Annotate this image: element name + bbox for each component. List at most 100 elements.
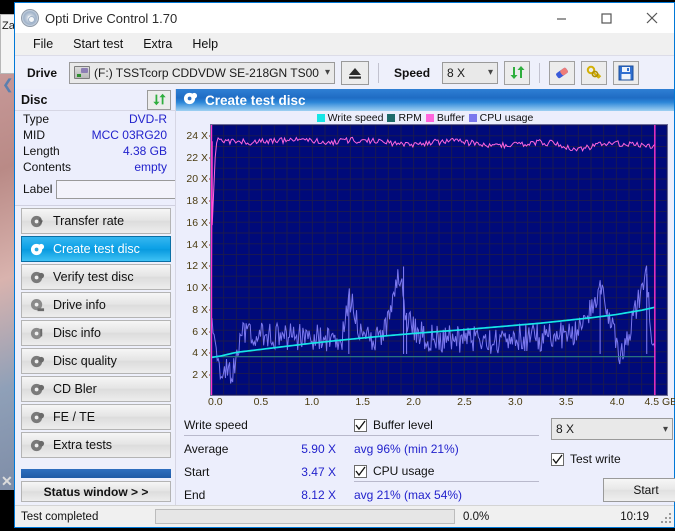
eraser-icon — [556, 67, 568, 78]
sidebar-item-drive-info[interactable]: Drive info — [21, 292, 171, 318]
keys-icon — [586, 65, 602, 79]
disc-label-row: Label — [15, 175, 262, 205]
sidebar-item-verify-test-disc[interactable]: Verify test disc — [21, 264, 171, 290]
bypass-button[interactable] — [581, 60, 608, 85]
disc-check-icon — [30, 270, 45, 285]
background-close-icon[interactable]: ✕ — [1, 473, 13, 490]
stat-row-end: End 8.12 X — [184, 488, 354, 502]
test-speed-value: 8 X — [556, 422, 575, 436]
disc-refresh-button[interactable] — [147, 89, 171, 110]
application-window: Opti Drive Control 1.70 File Start test … — [14, 2, 675, 528]
sidebar-item-label: Disc info — [53, 326, 101, 340]
main-body: Disc Type DVD-R MID MCC 03RG20 Length 4.… — [15, 89, 675, 505]
title-bar[interactable]: Opti Drive Control 1.70 — [15, 3, 674, 33]
save-icon — [618, 65, 634, 80]
disc-info-panel: Disc Type DVD-R MID MCC 03RG20 Length 4.… — [15, 89, 262, 206]
clock: 10:19 — [620, 510, 649, 523]
sidebar-item-disc-quality[interactable]: Disc quality — [21, 348, 171, 374]
erase-button[interactable] — [549, 60, 576, 85]
start-button[interactable]: Start — [603, 478, 675, 502]
y-axis-tick-label: 20 X — [186, 173, 208, 186]
drive-select[interactable]: (F:) TSSTcorp CDDVDW SE-218GN TS00 ▾ — [69, 61, 336, 84]
navigation-list: Transfer rate Create test disc Verify te… — [15, 206, 175, 458]
disc-value: 4.38 GB — [122, 144, 167, 158]
buffer-level-checkbox-row[interactable]: Buffer level — [354, 418, 539, 432]
cpu-usage-checkbox-row[interactable]: CPU usage — [354, 464, 539, 478]
content-panel: Create test disc Write speed RPM Buffer CPU… — [175, 89, 675, 505]
app-disc-icon — [21, 9, 39, 27]
test-write-checkbox[interactable] — [551, 452, 564, 466]
drive-icon — [74, 66, 91, 79]
save-button[interactable] — [613, 60, 640, 85]
toolbar-divider — [378, 62, 380, 83]
content-header: Create test disc — [176, 89, 674, 111]
disc-value: DVD-R — [129, 112, 167, 126]
disc-extra-icon — [30, 438, 45, 453]
refresh-button[interactable] — [504, 60, 531, 85]
test-write-checkbox-row[interactable]: Test write — [551, 452, 675, 466]
x-axis-tick-label: 0.5 — [253, 396, 269, 408]
progress-bar — [155, 509, 455, 524]
y-axis-tick-label: 22 X — [186, 151, 208, 164]
speed-select[interactable]: 8 X ▾ — [442, 61, 499, 84]
stat-key: Start — [184, 465, 210, 479]
grip-dot — [669, 516, 671, 519]
status-bar: Test completed 0.0% 10:19 — [15, 505, 674, 527]
eject-button[interactable] — [341, 60, 370, 85]
grip-dot — [669, 512, 671, 515]
legend-label: CPU usage — [479, 111, 534, 124]
cpu-usage-checkbox[interactable] — [354, 464, 367, 478]
sidebar-item-label: CD Bler — [53, 382, 97, 396]
check-icon — [552, 454, 563, 464]
sidebar-item-extra-tests[interactable]: Extra tests — [21, 432, 171, 458]
menu-item-help[interactable]: Help — [182, 35, 228, 53]
toolbar-divider — [539, 62, 541, 83]
maximize-icon[interactable] — [584, 3, 629, 33]
sidebar-item-label: Disc quality — [53, 354, 117, 368]
menu-item-file[interactable]: File — [23, 35, 63, 53]
disc-key: Length — [23, 144, 60, 158]
menu-item-start-test[interactable]: Start test — [63, 35, 133, 53]
sidebar-item-label: Drive info — [53, 298, 106, 312]
y-axis-tick-label: 6 X — [192, 325, 208, 338]
stat-value: 8.12 X — [301, 488, 336, 502]
y-axis-tick-label: 12 X — [186, 260, 208, 273]
disc-label-caption: Label — [23, 182, 53, 196]
chart-plot[interactable] — [210, 124, 668, 396]
check-icon — [355, 420, 366, 430]
x-axis-tick-label: 1.5 — [355, 396, 370, 408]
sidebar-item-cd-bler[interactable]: CD Bler — [21, 376, 171, 402]
y-axis-tick-label: 10 X — [186, 282, 208, 295]
sidebar-item-transfer-rate[interactable]: Transfer rate — [21, 208, 171, 234]
minimize-icon[interactable] — [539, 3, 584, 33]
chart-plot-column: 0.0 0.5 1.0 1.5 2.0 2.5 3.0 3.5 4.0 4.5 GB — [208, 124, 675, 412]
grip-dot — [665, 516, 667, 519]
x-axis-tick-label: 0.0 — [208, 396, 223, 408]
stat-key: Average — [184, 442, 229, 456]
window-title: Opti Drive Control 1.70 — [45, 10, 178, 26]
test-speed-select[interactable]: 8 X ▾ — [551, 418, 673, 440]
menu-bar: File Start test Extra Help — [15, 33, 674, 55]
chevron-down-icon: ▾ — [662, 423, 668, 435]
disc-info-icon — [30, 326, 45, 341]
speed-label: Speed — [394, 65, 431, 80]
legend-item: Write speed — [316, 112, 383, 124]
stat-row-average: Average 5.90 X — [184, 442, 354, 456]
status-window-button[interactable]: Status window > > — [21, 481, 171, 502]
menu-item-extra[interactable]: Extra — [133, 35, 182, 53]
sidebar-item-fe-te[interactable]: FE / TE — [21, 404, 171, 430]
disc-key: Contents — [23, 160, 72, 174]
x-axis-tick-label: 2.0 — [406, 396, 421, 408]
disc-value: empty — [134, 160, 167, 174]
disc-write-icon — [183, 91, 198, 109]
legend-label: Buffer — [436, 111, 465, 124]
resize-grip[interactable] — [659, 511, 671, 523]
sidebar-item-create-test-disc[interactable]: Create test disc — [21, 236, 171, 262]
sidebar-item-disc-info[interactable]: Disc info — [21, 320, 171, 346]
close-icon[interactable] — [629, 3, 674, 33]
buffer-level-checkbox[interactable] — [354, 418, 367, 432]
disc-panel-title: Disc — [21, 92, 48, 107]
series-write-speed — [211, 306, 656, 359]
x-axis-tick-label: 3.5 — [558, 396, 574, 408]
